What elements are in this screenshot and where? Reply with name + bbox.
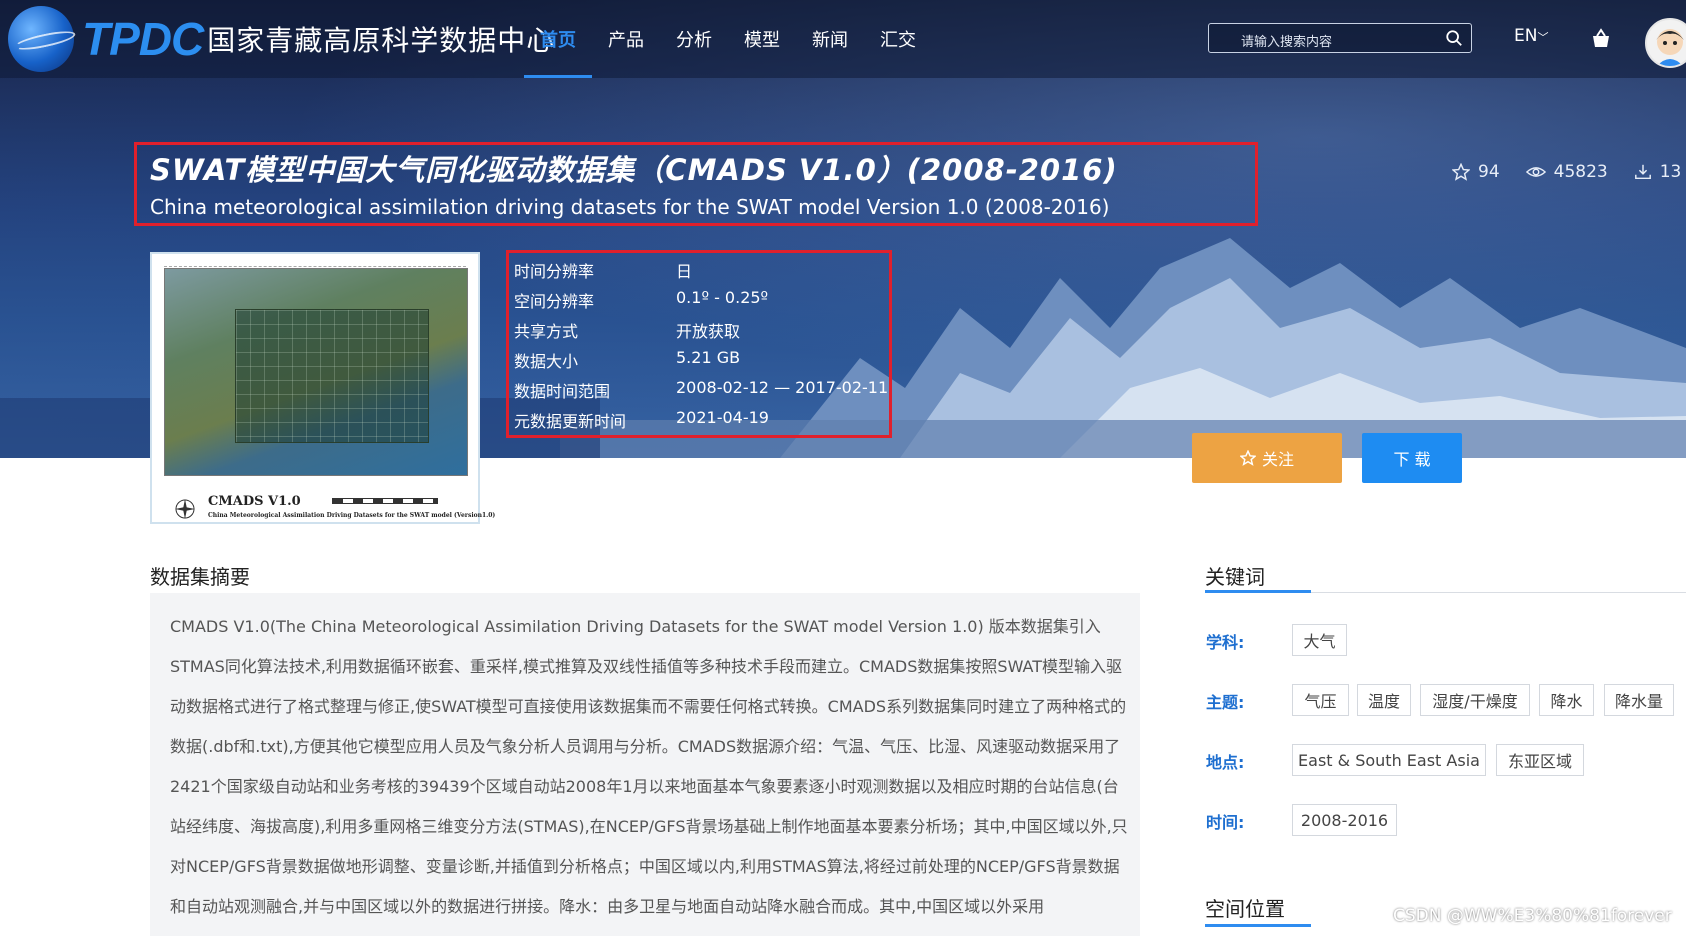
abstract-heading: 数据集摘要	[150, 565, 250, 589]
info-value: 2021-04-19	[676, 408, 769, 427]
map-grid-overlay	[235, 309, 429, 443]
globe-logo-icon	[8, 6, 74, 72]
keyword-tag[interactable]: 大气	[1292, 624, 1347, 656]
info-value: 0.1º - 0.25º	[676, 288, 769, 307]
search-input[interactable]	[1221, 28, 1451, 52]
keyword-tag[interactable]: 东亚区域	[1496, 744, 1584, 776]
keyword-tag[interactable]: 气压	[1292, 684, 1349, 716]
info-key: 元数据更新时间	[514, 412, 627, 431]
info-row-sharing: 共享方式 开放获取	[514, 318, 740, 342]
keyword-tag[interactable]: 温度	[1357, 684, 1411, 716]
download-icon	[1634, 164, 1651, 180]
info-row-spatial-resolution: 空间分辨率 0.1º - 0.25º	[514, 288, 768, 312]
favorites-stat[interactable]: 94	[1452, 162, 1500, 182]
spatial-heading: 空间位置	[1205, 897, 1285, 921]
keyword-label-place: 地点:	[1206, 753, 1245, 772]
menu-item-models[interactable]: 模型	[728, 0, 796, 78]
logo-name: 国家青藏高原科学数据中心	[207, 24, 556, 57]
info-key: 空间分辨率	[514, 292, 595, 311]
logo-abbr: TPDC	[82, 13, 204, 65]
menu-item-home[interactable]: 首页	[524, 0, 592, 78]
info-row-metadata-updated: 元数据更新时间 2021-04-19	[514, 408, 769, 432]
info-key: 共享方式	[514, 322, 579, 341]
info-value: 日	[676, 262, 693, 281]
download-button[interactable]: 下 载	[1362, 433, 1462, 483]
main-menu: 首页 产品 分析 模型 新闻 汇交	[524, 0, 932, 78]
watermark: CSDN @WW%E3%80%81forever	[1393, 906, 1672, 926]
download-label: 下 载	[1393, 450, 1431, 469]
eye-icon	[1525, 167, 1546, 177]
menu-item-analysis[interactable]: 分析	[660, 0, 728, 78]
search-box	[1208, 23, 1472, 53]
downloads-stat: 13	[1634, 162, 1682, 182]
keyword-tag[interactable]: 降水量	[1604, 684, 1674, 716]
menu-item-news[interactable]: 新闻	[796, 0, 864, 78]
language-label: EN	[1514, 26, 1538, 46]
views-count: 45823	[1553, 162, 1608, 182]
keywords-heading: 关键词	[1205, 565, 1265, 589]
menu-item-products[interactable]: 产品	[592, 0, 660, 78]
dataset-title-en: China meteorological assimilation drivin…	[150, 195, 1110, 219]
info-row-time-resolution: 时间分辨率 日	[514, 258, 692, 282]
keyword-label-theme: 主题:	[1206, 693, 1245, 712]
info-row-size: 数据大小 5.21 GB	[514, 348, 740, 372]
favorites-count: 94	[1478, 162, 1500, 182]
cart-icon[interactable]	[1590, 28, 1612, 50]
keyword-tag[interactable]: 2008-2016	[1292, 804, 1397, 836]
dataset-stats: 94 45823 13	[1452, 162, 1686, 182]
dataset-thumbnail[interactable]: CMADS V1.0 China Meteorological Assimila…	[150, 252, 495, 524]
user-face-icon	[1656, 29, 1684, 66]
top-navbar: TPDC 国家青藏高原科学数据中心 首页 产品 分析 模型 新闻 汇交 EN﹀	[0, 0, 1686, 78]
info-row-time-range: 数据时间范围 2008-02-12 — 2017-02-11	[514, 378, 888, 402]
keyword-tag[interactable]: East & South East Asia	[1292, 744, 1486, 776]
info-key: 数据时间范围	[514, 382, 611, 401]
info-key: 时间分辨率	[514, 262, 595, 281]
keyword-label-discipline: 学科:	[1206, 633, 1245, 652]
thumbnail-subcaption: China Meteorological Assimilation Drivin…	[208, 512, 496, 519]
avatar[interactable]	[1645, 18, 1686, 68]
follow-label: 关注	[1261, 450, 1294, 469]
site-logo[interactable]: TPDC 国家青藏高原科学数据中心	[8, 4, 555, 74]
spatial-divider-accent	[1205, 924, 1311, 927]
views-stat: 45823	[1525, 162, 1608, 182]
info-value: 2008-02-12 — 2017-02-11	[676, 378, 889, 397]
star-icon	[1452, 163, 1470, 181]
keyword-label-time: 时间:	[1206, 813, 1245, 832]
info-value: 5.21 GB	[676, 348, 741, 367]
abstract-text: CMADS V1.0(The China Meteorological Assi…	[170, 617, 1128, 916]
menu-item-submit[interactable]: 汇交	[864, 0, 932, 78]
abstract-panel: CMADS V1.0(The China Meteorological Assi…	[150, 593, 1140, 936]
search-icon[interactable]	[1445, 29, 1463, 47]
compass-icon	[175, 499, 195, 519]
language-switch[interactable]: EN﹀	[1514, 26, 1548, 46]
keywords-divider-accent	[1205, 590, 1311, 593]
keyword-tag[interactable]: 降水	[1539, 684, 1594, 716]
map-lat-ticks	[164, 258, 466, 267]
star-icon	[1239, 450, 1256, 466]
downloads-count: 13	[1659, 162, 1682, 182]
dataset-title-cn: SWAT模型中国大气同化驱动数据集（CMADS V1.0）(2008-2016)	[150, 153, 1118, 187]
chevron-down-icon: ﹀	[1537, 31, 1549, 44]
thumbnail-caption: CMADS V1.0	[208, 494, 301, 509]
follow-button[interactable]: 关注	[1192, 433, 1342, 483]
info-key: 数据大小	[514, 352, 579, 371]
map-image	[164, 268, 468, 476]
keyword-tag[interactable]: 湿度/干燥度	[1420, 684, 1530, 716]
map-scale-bar	[332, 498, 438, 504]
info-value: 开放获取	[676, 322, 741, 341]
